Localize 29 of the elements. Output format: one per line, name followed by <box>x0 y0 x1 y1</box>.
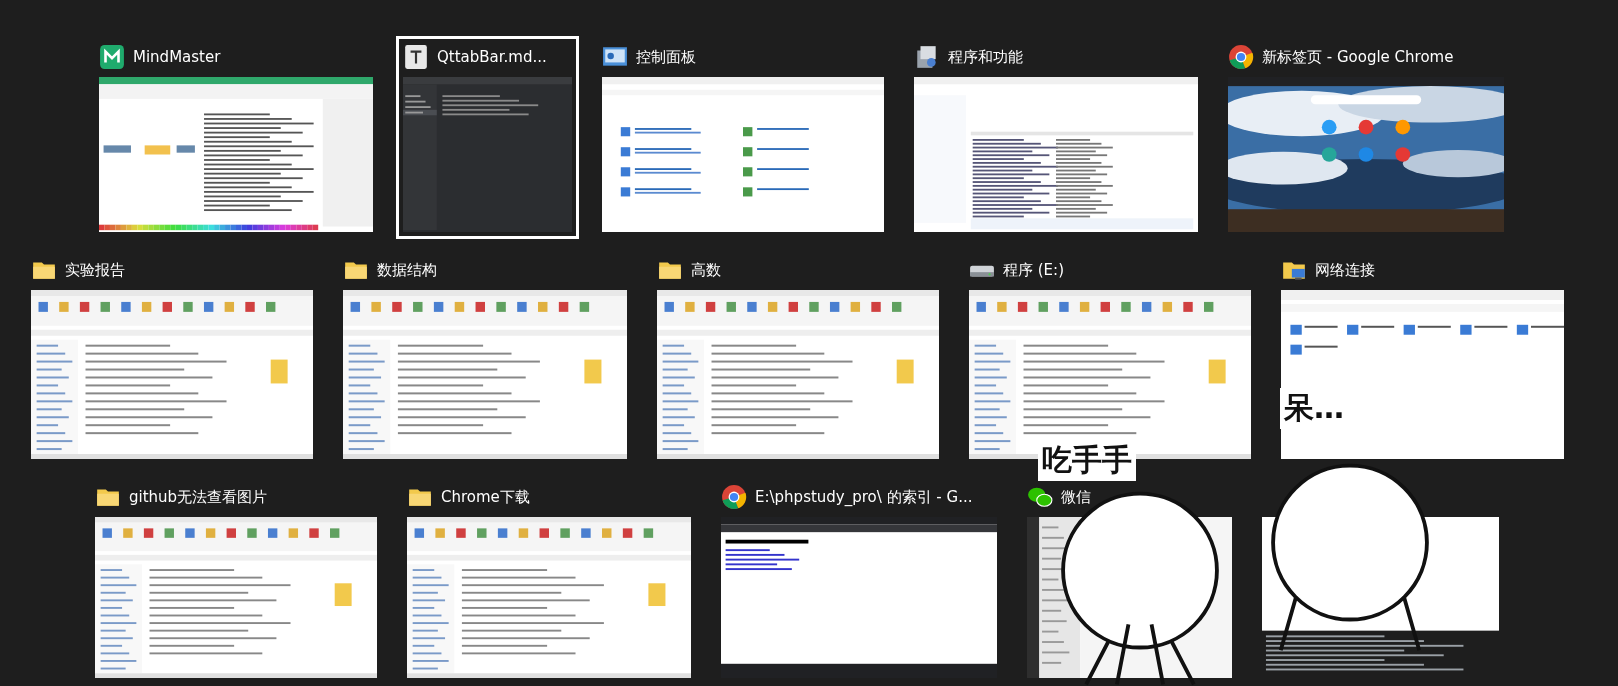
window-thumbnail[interactable] <box>602 77 884 232</box>
window-title: 程序和功能 <box>948 47 1023 67</box>
chrome-icon <box>721 484 747 510</box>
window-thumbnail[interactable] <box>1281 290 1564 459</box>
window-thumbnail[interactable] <box>95 517 377 678</box>
window-title: QttabBar.md... <box>437 48 547 66</box>
chrome-icon <box>1228 44 1254 70</box>
window-title: 实验报告 <box>65 260 125 280</box>
window-thumbnail[interactable] <box>99 77 373 232</box>
window-title: 数据结构 <box>377 260 437 280</box>
window-title: 新标签页 - Google Chrome <box>1262 47 1454 67</box>
window-thumbnail[interactable] <box>914 77 1198 232</box>
window-thumbnail[interactable] <box>403 77 572 232</box>
window-thumbnail[interactable] <box>407 517 691 678</box>
window-title: 网络连接 <box>1315 260 1375 280</box>
window-thumbnail[interactable] <box>721 517 997 678</box>
window-title: Chrome下载 <box>441 487 530 507</box>
window-thumbnail[interactable] <box>31 290 313 459</box>
text-file-icon <box>403 44 429 70</box>
window-thumbnail[interactable] <box>657 290 939 459</box>
window-title: 控制面板 <box>636 47 696 67</box>
window-title: 微信 <box>1061 487 1091 507</box>
window-thumbnail[interactable] <box>343 290 627 459</box>
window-title: E:\phpstudy_pro\ 的索引 - G... <box>755 487 973 507</box>
window-title: 高数 <box>691 260 721 280</box>
window-title: MindMaster <box>133 48 221 66</box>
window-title: 程序 (E:) <box>1003 260 1064 280</box>
window-title: github无法查看图片 <box>129 487 268 507</box>
mindmaster-icon <box>99 44 125 70</box>
